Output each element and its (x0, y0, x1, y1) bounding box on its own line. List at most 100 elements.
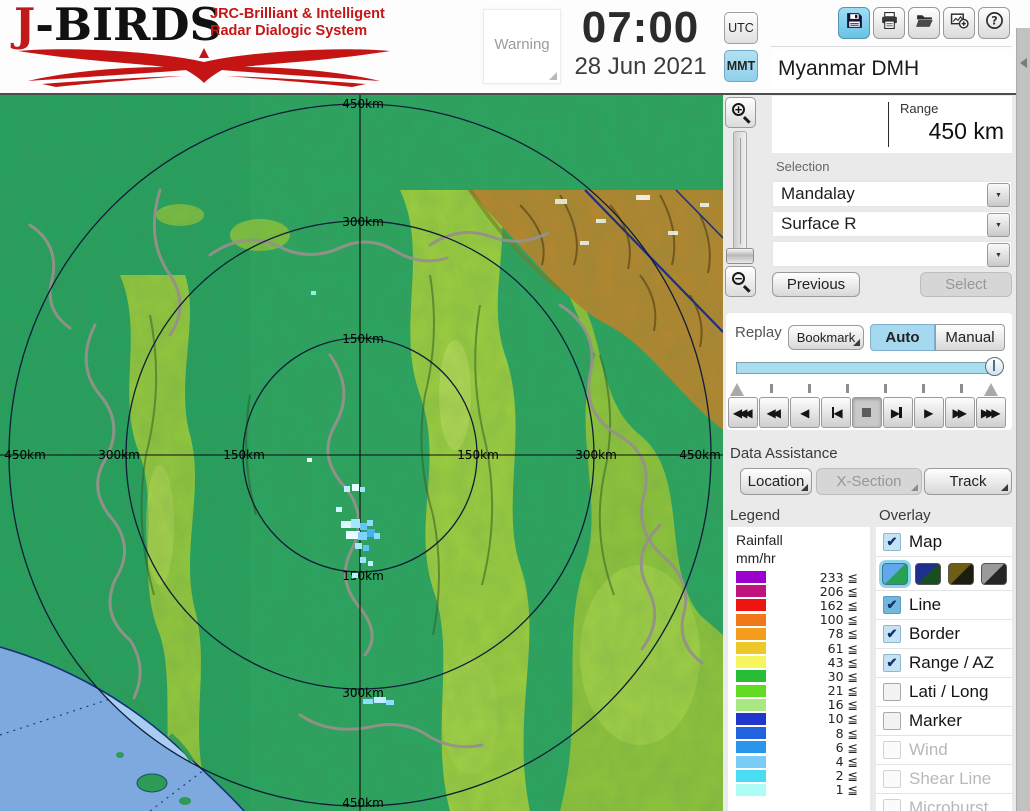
play-button[interactable]: ▶ (914, 397, 944, 428)
rewind-button[interactable]: ◀ ◀ (759, 397, 789, 428)
logo-j: J (14, 0, 36, 51)
checkbox-lati-long[interactable] (883, 683, 901, 701)
legend-row: 100 ≦ (728, 612, 870, 627)
add-image-button[interactable] (943, 7, 975, 39)
selection-dropdown-3[interactable]: ▼ (772, 241, 1012, 267)
overlay-label: Overlay (879, 507, 931, 524)
resize-grip-icon[interactable] (549, 72, 557, 80)
legend-value: 61 ≦ (827, 640, 858, 656)
legend-value: 30 ≦ (827, 668, 858, 684)
checkbox-shear-line[interactable] (883, 770, 901, 788)
range-ring-label: 150km (223, 448, 265, 462)
timeline-start-marker[interactable] (730, 383, 744, 396)
legend-color-swatch (736, 727, 766, 740)
skip-end-button[interactable]: ▶ (883, 397, 913, 428)
range-ring-label: 450km (679, 448, 721, 462)
zoom-in-button[interactable]: + (725, 97, 756, 128)
tz-mmt-button[interactable]: MMT (724, 50, 758, 82)
checkbox-marker[interactable] (883, 712, 901, 730)
checkbox-wind[interactable] (883, 741, 901, 759)
panel-edge-strip[interactable] (1016, 28, 1030, 811)
overlay-item-wind: Wind (876, 735, 1012, 764)
legend-color-swatch (736, 712, 766, 725)
map-style-olive-button[interactable] (948, 562, 974, 585)
checkbox-border[interactable]: ✔ (883, 625, 901, 643)
legend-row: 61 ≦ (728, 640, 870, 656)
logo-tagline: JRC-Brilliant & Intelligent Radar Dialog… (210, 6, 385, 39)
manual-button[interactable]: Manual (935, 324, 1005, 351)
open-folder-button[interactable] (908, 7, 940, 39)
open-folder-icon (915, 11, 934, 35)
map-style-dark-blue-button[interactable] (915, 562, 941, 585)
skip-start-button[interactable]: ◀ (821, 397, 851, 428)
fast-rewind-button[interactable]: ◀ ◀ ◀ (728, 397, 758, 428)
map-zoom-slider-handle[interactable] (726, 248, 754, 264)
checkbox-line[interactable]: ✔ (883, 596, 901, 614)
da-button-label: Location (747, 473, 805, 490)
rewind-icon: ◀ (771, 405, 781, 420)
stop-button[interactable] (852, 397, 882, 428)
track-button[interactable]: Track (924, 468, 1012, 495)
map-style-gray-button[interactable] (981, 562, 1007, 585)
help-icon: ? (985, 11, 1004, 35)
fast-forward-button[interactable]: ▶ ▶ ▶ (976, 397, 1006, 428)
corner-fold-icon (801, 484, 808, 491)
print-button[interactable] (873, 7, 905, 39)
bookmark-button[interactable]: Bookmark (788, 325, 864, 350)
chevron-down-icon[interactable]: ▼ (987, 243, 1010, 267)
timezone-switch: UTC MMT (724, 12, 760, 88)
radar-map[interactable]: 450km 300km 150km 150km 300km 450km 450km 300km… (0, 95, 724, 811)
x-section-button[interactable]: X-Section (816, 468, 922, 495)
corner-fold-icon (911, 484, 918, 491)
overlay-item-marker: Marker (876, 706, 1012, 735)
range-ring-label: 300km (342, 215, 384, 229)
collapse-panel-icon[interactable] (1020, 58, 1027, 68)
corner-fold-icon (1001, 484, 1008, 491)
location-button[interactable]: Location (740, 468, 812, 495)
overlay-item-lati-long: Lati / Long (876, 677, 1012, 706)
svg-text:?: ? (991, 15, 997, 28)
legend-value: 162 ≦ (819, 597, 858, 613)
checkbox-microburst[interactable] (883, 799, 901, 811)
legend-value: 10 ≦ (827, 711, 858, 727)
step-back-button[interactable]: ◀ (790, 397, 820, 428)
legend-card: Rainfall mm/hr 233 ≦ 206 ≦ 162 ≦ 100 ≦ 78 ≦ 6… (728, 527, 870, 811)
zoom-out-button[interactable]: − (725, 266, 756, 297)
map-style-daylight-button[interactable] (882, 562, 908, 585)
timeline-tick (960, 384, 963, 393)
legend-row: 6 ≦ (728, 740, 870, 755)
selection-dropdown-1[interactable]: Mandalay ▼ (772, 181, 1012, 207)
warning-panel[interactable]: Warning (483, 9, 561, 84)
checkbox-map[interactable]: ✔ (883, 532, 901, 551)
selection-dropdown-value: Mandalay (781, 184, 855, 203)
auto-button[interactable]: Auto (870, 324, 935, 351)
save-button[interactable] (838, 7, 870, 39)
overlay-item-map: ✔ Map (876, 527, 1012, 556)
toolbar-divider (770, 46, 1012, 47)
replay-timeline-slider[interactable] (736, 362, 994, 374)
help-button[interactable]: ? (978, 7, 1010, 39)
range-ring-label: 300km (575, 448, 617, 462)
timeline-end-marker[interactable] (984, 383, 998, 396)
chevron-down-icon[interactable]: ▼ (987, 183, 1010, 207)
replay-slider-handle[interactable] (985, 357, 1004, 376)
clock: 07:00 28 Jun 2021 (563, 4, 718, 82)
data-assistance-label: Data Assistance (730, 445, 838, 462)
checkbox-range-az[interactable]: ✔ (883, 654, 901, 672)
legend-color-swatch (736, 656, 766, 669)
fast-forward-icon: ▶ (991, 405, 1001, 420)
map-zoom-slider[interactable] (733, 131, 747, 251)
date-display: 28 Jun 2021 (574, 53, 707, 80)
legend-value: 233 ≦ (819, 569, 858, 585)
chevron-down-icon[interactable]: ▼ (987, 213, 1010, 237)
minus-icon: − (734, 270, 743, 286)
print-icon (880, 11, 899, 35)
previous-button[interactable]: Previous (772, 272, 860, 297)
select-button[interactable]: Select (920, 272, 1012, 297)
overlay-item-label: Wind (909, 740, 948, 759)
selection-dropdown-2[interactable]: Surface R ▼ (772, 211, 1012, 237)
forward-button[interactable]: ▶ ▶ (945, 397, 975, 428)
skip-start-icon: ◀ (833, 405, 843, 420)
range-ring-label: 300km (98, 448, 140, 462)
tz-utc-button[interactable]: UTC (724, 12, 758, 44)
